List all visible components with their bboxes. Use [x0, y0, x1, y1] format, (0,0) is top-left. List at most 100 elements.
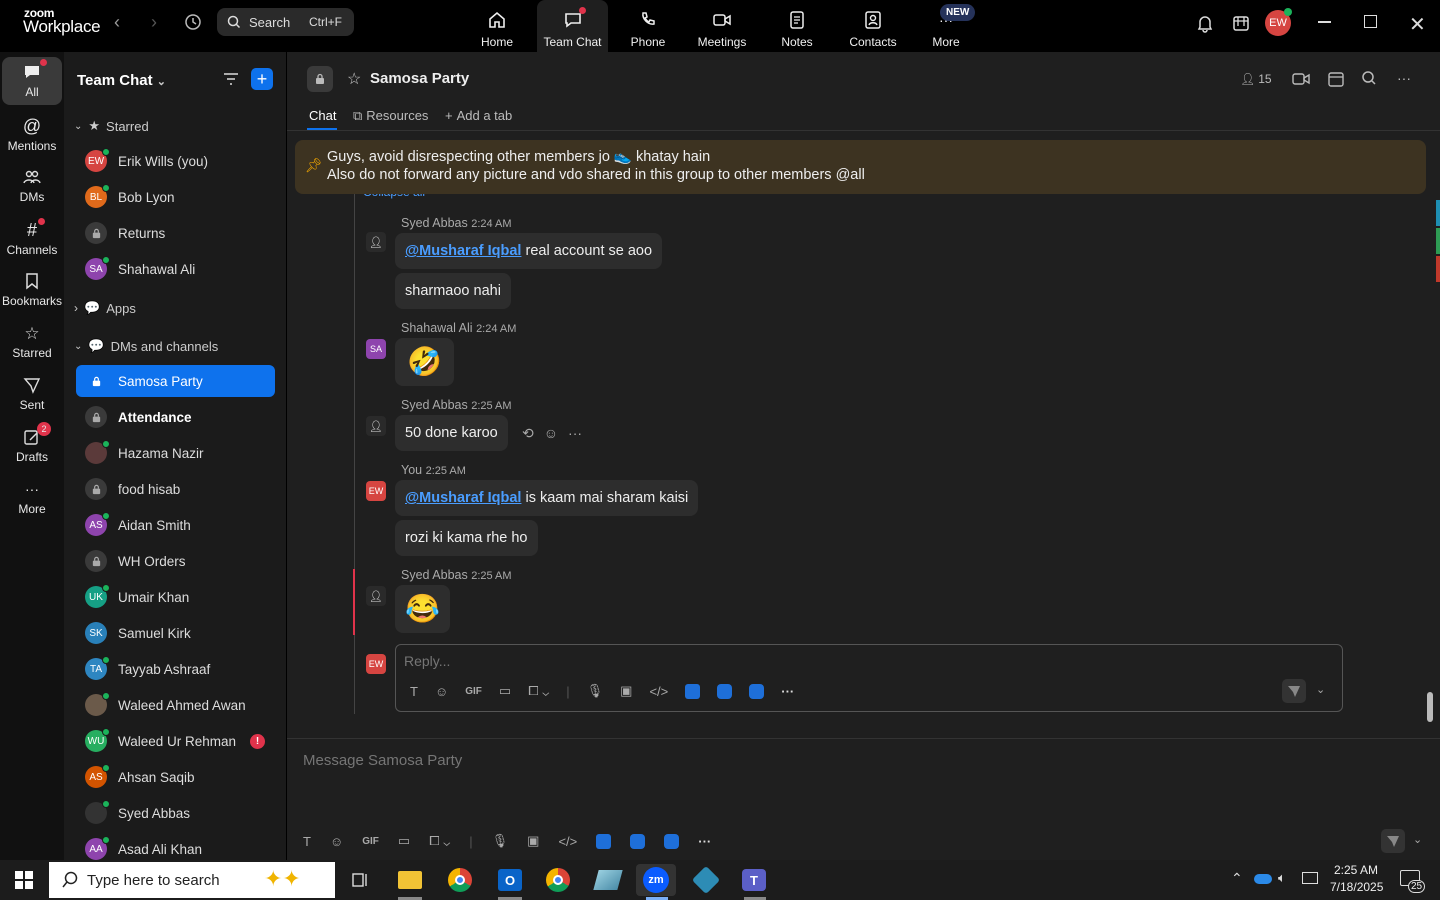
windows-start-icon[interactable] [14, 870, 34, 890]
sidebar-item[interactable]: BL Bob Lyon [76, 181, 275, 213]
sidebar-item[interactable]: Hazama Nazir [76, 437, 275, 469]
rail-mentions[interactable]: @ Mentions [2, 110, 62, 162]
nav-team-chat[interactable]: Team Chat [537, 0, 608, 52]
sidebar-item[interactable]: food hisab [76, 473, 275, 505]
task-view-icon[interactable] [340, 864, 380, 896]
emoji-icon[interactable]: ☺ [330, 834, 343, 849]
taskbar-search[interactable]: Type here to search ✦✦ [49, 862, 335, 898]
mention-link[interactable]: @Musharaf Iqbal [405, 490, 521, 506]
message-bubble[interactable]: rozi ki kama rhe ho [395, 520, 538, 556]
code-icon[interactable]: </> [649, 684, 668, 699]
avatar[interactable]: EW [366, 481, 386, 501]
back-arrow-icon[interactable]: ‹ [114, 12, 120, 33]
app-icon[interactable] [630, 833, 646, 849]
calendar-icon[interactable] [1327, 70, 1345, 88]
bell-icon[interactable] [1195, 13, 1215, 33]
tray-chevron-icon[interactable]: ⌃ [1231, 870, 1243, 887]
emoji-message[interactable]: 🤣 [395, 338, 454, 386]
app-icon[interactable] [596, 833, 612, 849]
section-starred[interactable]: ⌄ ★ Starred [74, 114, 149, 138]
code-icon[interactable]: </> [558, 834, 577, 849]
avatar[interactable]: 👤︎ [366, 416, 386, 436]
section-apps[interactable]: › 💬 Apps [74, 296, 136, 320]
star-outline-icon[interactable]: ☆ [347, 69, 361, 89]
sidebar-item[interactable]: WH Orders [76, 545, 275, 577]
volume-icon[interactable]: 🔈︎ [1278, 870, 1286, 886]
minimize-icon[interactable] [1318, 21, 1331, 23]
message-input[interactable] [303, 749, 1103, 771]
maximize-icon[interactable] [1364, 15, 1377, 28]
screenshot-icon[interactable]: ⧠ ⌄ [429, 833, 450, 849]
rail-dms[interactable]: DMs [2, 162, 62, 214]
message-bubble[interactable]: @Musharaf Iqbal is kaam mai sharam kaisi [395, 480, 699, 516]
more-icon[interactable]: ··· [698, 834, 711, 849]
nav-home[interactable]: Home [472, 0, 522, 52]
app-icon[interactable] [749, 683, 765, 699]
tab-chat[interactable]: Chat [309, 108, 336, 123]
app-icon[interactable] [717, 683, 733, 699]
rail-starred[interactable]: ☆ Starred [2, 318, 62, 370]
search-icon[interactable] [1361, 70, 1377, 86]
avatar[interactable]: 👤︎ [366, 586, 386, 606]
sidebar-item[interactable]: SK Samuel Kirk [76, 617, 275, 649]
onedrive-icon[interactable] [1254, 874, 1272, 884]
sidebar-item[interactable]: Returns [76, 217, 275, 249]
sidebar-item[interactable]: AA Asad Ali Khan [76, 833, 275, 860]
sidebar-item[interactable]: Attendance [76, 401, 275, 433]
mic-icon[interactable]: 🎙︎ [587, 683, 604, 699]
message-composer[interactable]: T ☺ GIF ▭ ⧠ ⌄ | 🎙︎ ▣ </> ··· ⌄ [287, 738, 1440, 860]
outlook-icon[interactable]: O [490, 864, 530, 896]
channel-title[interactable]: Samosa Party [370, 70, 469, 87]
reaction-icon[interactable]: ☺ [544, 425, 558, 442]
members-button[interactable]: 👤︎ 15 [1240, 72, 1272, 86]
new-chat-button[interactable]: + [251, 68, 273, 90]
more-icon[interactable]: ··· [568, 425, 582, 442]
app-icon[interactable] [588, 864, 628, 896]
format-icon[interactable]: T [410, 684, 418, 699]
message-bubble[interactable]: 50 done karoo [395, 415, 508, 451]
filter-icon[interactable] [222, 70, 240, 88]
sidebar-item[interactable]: Waleed Ahmed Awan [76, 689, 275, 721]
rail-sent[interactable]: Sent [2, 370, 62, 422]
mention-link[interactable]: @Musharaf Iqbal [405, 243, 521, 259]
calendar-app-icon[interactable] [1231, 13, 1251, 33]
sidebar-item[interactable]: TA Tayyab Ashraaf [76, 653, 275, 685]
video-call-icon[interactable] [1292, 71, 1310, 87]
file-explorer-icon[interactable] [390, 864, 430, 896]
app-icon[interactable] [664, 833, 680, 849]
chrome-profile-icon[interactable] [538, 864, 578, 896]
rail-more[interactable]: ··· More [2, 474, 62, 526]
sidebar-item[interactable]: UK Umair Khan [76, 581, 275, 613]
rail-drafts[interactable]: 2 Drafts [2, 422, 62, 474]
reply-box[interactable]: T ☺ GIF ▭ ⧠ ⌄ | 🎙︎ ▣ </> ··· ⌄ [395, 644, 1343, 712]
format-icon[interactable]: T [303, 834, 311, 849]
chrome-icon[interactable] [440, 864, 480, 896]
avatar[interactable]: SA [366, 339, 386, 359]
gif-icon[interactable]: GIF [362, 836, 379, 847]
screenshot-icon[interactable]: ⧠ ⌄ [528, 683, 549, 699]
nav-notes[interactable]: Notes [772, 0, 822, 52]
sidebar-item[interactable]: AS Aidan Smith [76, 509, 275, 541]
message-bubble[interactable]: sharmaoo nahi [395, 273, 511, 309]
video-clip-icon[interactable]: ▣ [527, 833, 539, 849]
nav-contacts[interactable]: Contacts [844, 0, 902, 52]
close-icon[interactable]: ✕ [1409, 12, 1426, 37]
file-icon[interactable]: ▭ [499, 683, 511, 699]
video-clip-icon[interactable]: ▣ [620, 683, 632, 699]
reply-input[interactable] [404, 651, 1004, 671]
nav-meetings[interactable]: Meetings [692, 0, 752, 52]
app-icon[interactable] [685, 683, 701, 699]
chevron-down-icon[interactable]: ⌄ [1316, 683, 1325, 696]
sidebar-item[interactable]: Syed Abbas [76, 797, 275, 829]
file-icon[interactable]: ▭ [398, 833, 410, 849]
mic-icon[interactable]: 🎙︎ [492, 833, 509, 849]
send-button[interactable] [1381, 829, 1405, 853]
send-button[interactable] [1282, 679, 1306, 703]
taskbar-clock[interactable]: 2:25 AM 7/18/2025 [1330, 863, 1383, 894]
sidebar-item[interactable]: WU Waleed Ur Rehman! [76, 725, 275, 757]
app-icon[interactable] [686, 864, 726, 896]
scrollbar[interactable] [1427, 132, 1433, 738]
sidebar-item[interactable]: Samosa Party [76, 365, 275, 397]
forward-arrow-icon[interactable]: › [151, 12, 157, 33]
search-box[interactable]: Search Ctrl+F [217, 8, 354, 36]
